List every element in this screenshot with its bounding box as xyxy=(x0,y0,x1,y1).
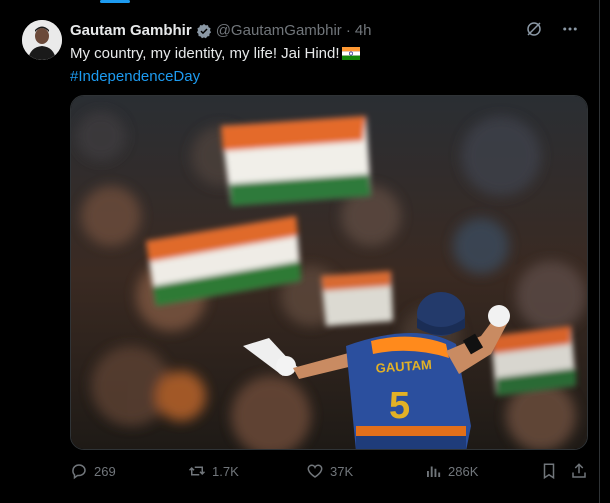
grok-icon[interactable] xyxy=(525,20,543,43)
jersey-number: 5 xyxy=(389,385,410,427)
active-indicator xyxy=(100,0,130,3)
tweet-actions: 269 1.7K 37K 286K xyxy=(70,462,590,484)
repost-count: 1.7K xyxy=(212,463,239,479)
verified-badge-icon[interactable] xyxy=(196,23,212,39)
reply-count: 269 xyxy=(94,463,116,479)
share-button[interactable] xyxy=(570,462,588,480)
like-button[interactable]: 37K xyxy=(306,462,353,480)
like-count: 37K xyxy=(330,463,354,479)
handle[interactable]: @GautamGambhir xyxy=(216,22,342,39)
tweet-text: My country, my identity, my life! Jai Hi… xyxy=(70,45,340,62)
tweet-header: Gautam Gambhir @GautamGambhir · 4h xyxy=(70,22,372,39)
repost-icon xyxy=(188,462,206,480)
share-icon xyxy=(570,462,588,480)
repost-button[interactable]: 1.7K xyxy=(188,462,239,480)
tweet-card[interactable]: Gautam Gambhir @GautamGambhir · 4h My co… xyxy=(0,0,600,503)
bookmark-icon xyxy=(540,462,558,480)
tweet-top-actions xyxy=(525,20,579,43)
analytics-icon xyxy=(424,462,442,480)
tweet-photo[interactable]: GAUTAM 5 xyxy=(70,95,588,450)
reply-button[interactable]: 269 xyxy=(70,462,116,480)
views-button[interactable]: 286K xyxy=(424,462,478,480)
display-name[interactable]: Gautam Gambhir xyxy=(70,22,192,39)
reply-icon xyxy=(70,462,88,480)
more-options-icon[interactable] xyxy=(561,20,579,43)
timestamp[interactable]: 4h xyxy=(355,22,372,39)
hashtag-link[interactable]: #IndependenceDay xyxy=(70,66,570,87)
bookmark-button[interactable] xyxy=(540,462,558,480)
view-count: 286K xyxy=(448,463,479,479)
tweet-body: My country, my identity, my life! Jai Hi… xyxy=(70,43,570,87)
avatar[interactable] xyxy=(22,20,62,60)
separator: · xyxy=(345,22,351,39)
heart-icon xyxy=(306,462,324,480)
india-flag-emoji xyxy=(341,45,360,66)
